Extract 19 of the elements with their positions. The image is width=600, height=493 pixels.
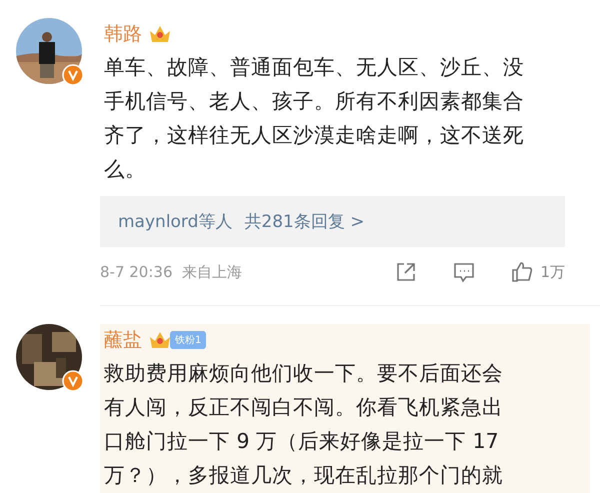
comment-text: 单车、故障、普通面包车、无人区、沙丘、没 (104, 54, 525, 81)
like-count: 1万 (540, 262, 565, 282)
timestamp: 8-7 20:36 (100, 263, 172, 281)
like-icon[interactable] (510, 260, 534, 284)
verified-icon (62, 370, 84, 392)
fan-badge: 铁粉1 (170, 331, 206, 349)
comment-text: 手机信号、老人、孩子。所有不利因素都集合 (104, 88, 525, 115)
comment-icon[interactable] (452, 260, 476, 284)
comment-text: 救助费用麻烦向他们收一下。要不后面还会 (104, 360, 504, 387)
user-name[interactable]: 韩路 (104, 21, 142, 47)
comment-text: 有人闯，反正不闯白不闯。你看飞机紧急出 (104, 394, 504, 421)
comment-text: 口舱门拉一下 9 万（后来好像是拉一下 17 (104, 428, 500, 455)
comment-text: 万？），多报道几次，现在乱拉那个门的就 (104, 462, 504, 489)
comment-text: 么。 (104, 156, 147, 183)
comment-text: 齐了，这样往无人区沙漠走啥走啊，这不送死 (104, 122, 525, 149)
verified-icon (62, 64, 84, 86)
user-name[interactable]: 蘸盐 (104, 327, 142, 353)
location: 来自上海 (182, 262, 242, 282)
replies-link[interactable]: maynlord等人 共281条回复 > (100, 196, 565, 247)
